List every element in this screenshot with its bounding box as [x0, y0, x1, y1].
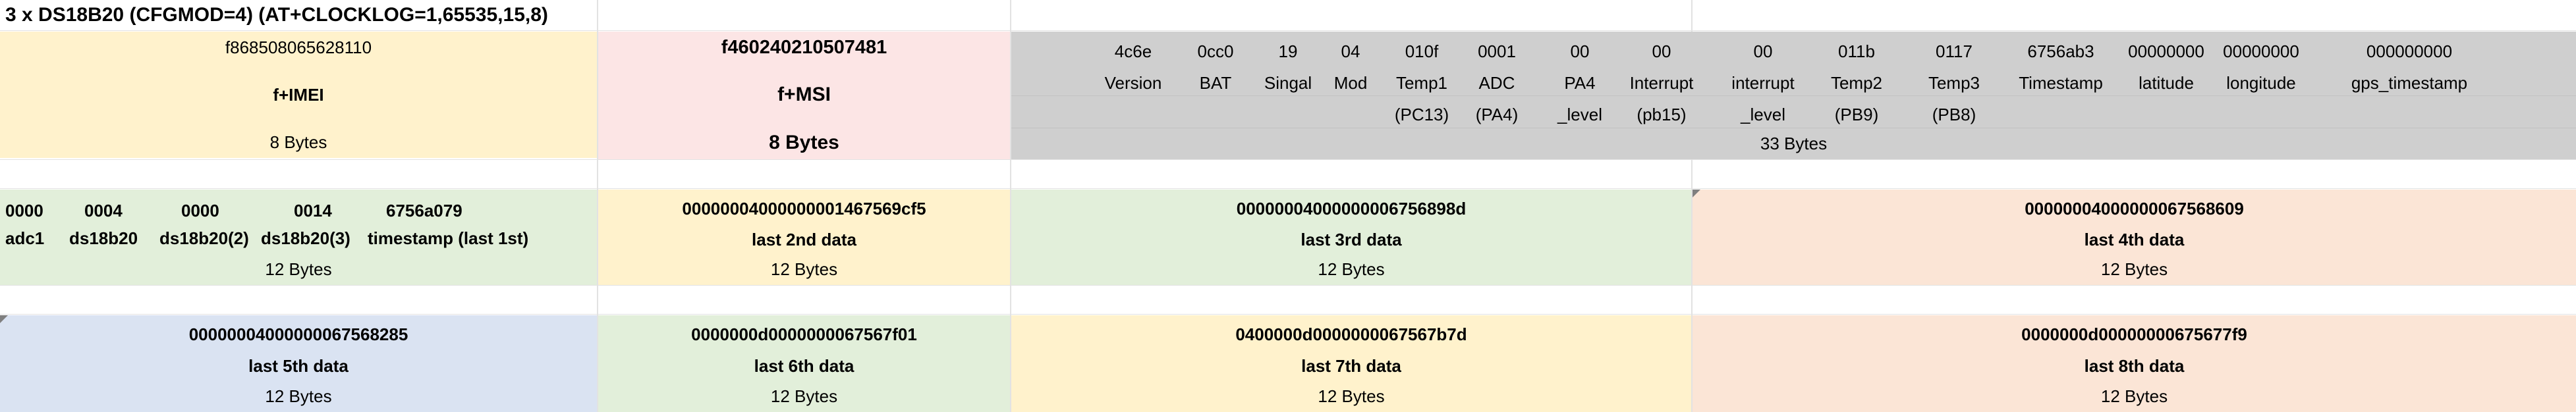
data-block-value: 0000000d00000000675677f9: [2021, 324, 2247, 344]
data-block-value: 00000004000000001467569cf5: [682, 198, 926, 219]
data-block-size: 12 Bytes: [2100, 386, 2168, 406]
data-block-value: 0000000d0000000067567f01: [691, 324, 917, 344]
data-block-label: last 5th data: [248, 355, 349, 376]
imei-size: 8 Bytes: [0, 126, 597, 158]
data-block-size: 12 Bytes: [1318, 386, 1385, 406]
payload-fields-size: 33 Bytes: [1011, 128, 2576, 159]
data-block-label: last 4th data: [2084, 229, 2185, 249]
imsi-value: f460240210507481: [598, 32, 1010, 63]
field-subname: [2195, 99, 2327, 130]
first-data-size: 12 Bytes: [265, 259, 332, 279]
field-value: 00000000: [2223, 41, 2299, 61]
imsi-label: f+MSI: [598, 63, 1010, 126]
data-block-size: 12 Bytes: [2100, 259, 2168, 279]
data-block-label: last 8th data: [2084, 355, 2185, 376]
grid-line: [0, 285, 2576, 286]
first-data-label: ds18b20(3): [261, 228, 350, 248]
imsi-size: 8 Bytes: [598, 126, 1010, 159]
data-block-size: 12 Bytes: [265, 386, 332, 406]
field-name: gps_timestamp: [2351, 72, 2468, 93]
data-block-value: 00000004000000067568285: [188, 324, 408, 344]
grid-line: [0, 314, 2576, 315]
imei-value: f868508065628110: [0, 32, 597, 63]
first-data-value: 6756a079: [386, 200, 462, 220]
data-block-size: 12 Bytes: [770, 259, 838, 279]
grid-line: [0, 30, 2576, 31]
imei-label: f+IMEI: [0, 63, 597, 126]
grid-line: [0, 188, 2576, 189]
field-name: longitude: [2226, 72, 2296, 93]
field-subname: [2343, 99, 2475, 130]
first-data-value: 0000: [181, 200, 219, 220]
first-data-label: timestamp (last 1st): [368, 228, 529, 248]
first-data-value: 0004: [84, 200, 123, 220]
data-block-value: 00000004000000067568609: [2025, 198, 2244, 219]
sheet-title: 3 x DS18B20 (CFGMOD=4) (AT+CLOCKLOG=1,65…: [5, 4, 548, 26]
first-data-value: 0000: [5, 200, 43, 220]
first-data-label: adc1: [5, 228, 45, 248]
data-block-value: 0400000d0000000067567b7d: [1235, 324, 1467, 344]
data-block-size: 12 Bytes: [1318, 259, 1385, 279]
first-data-label: ds18b20(2): [159, 228, 249, 248]
payload-field-columns: 4c6e Version 0cc0 BAT 19 Singal 04 Mod 010f Temp1…: [1011, 32, 2576, 128]
data-block-label: last 7th data: [1301, 355, 1401, 376]
data-block-label: last 6th data: [754, 355, 854, 376]
data-block-value: 00000004000000006756898d: [1236, 198, 1467, 219]
data-block-size: 12 Bytes: [770, 386, 838, 406]
first-data-value: 0014: [294, 200, 332, 220]
grid-line: [0, 159, 2576, 160]
grid-line: [1011, 95, 2576, 96]
data-block-label: last 2nd data: [752, 229, 856, 249]
data-block-label: last 3rd data: [1301, 229, 1402, 249]
first-data-label: ds18b20: [69, 228, 138, 248]
field-value: 000000000: [2366, 41, 2453, 61]
